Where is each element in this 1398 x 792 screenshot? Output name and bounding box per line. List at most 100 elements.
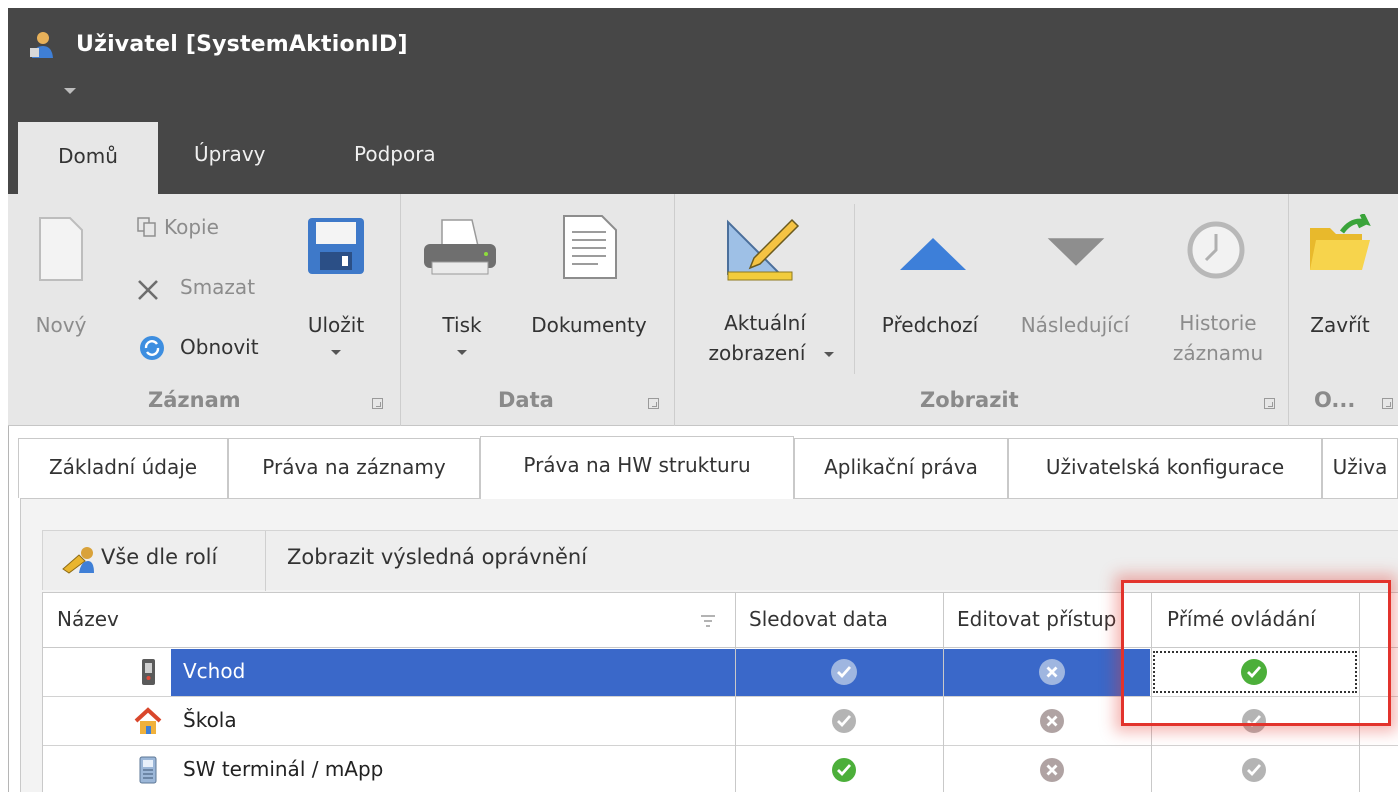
copy-icon	[137, 217, 156, 237]
dialog-launcher-icon[interactable]	[648, 398, 659, 409]
group-label-data: Data	[498, 388, 554, 412]
window-title: Uživatel [SystemAktionID]	[76, 32, 408, 57]
tab-application-rights[interactable]: Aplikační práva	[794, 438, 1008, 498]
new-button[interactable]: Nový	[28, 210, 98, 360]
column-divider	[735, 592, 736, 792]
current-view-button[interactable]: Aktuální zobrazení	[690, 210, 840, 380]
record-history-button[interactable]: Historie záznamu	[1156, 210, 1280, 380]
arrow-down-icon	[1047, 238, 1105, 266]
history-label-1: Historie	[1179, 311, 1257, 335]
current-view-label-2: zobrazení	[708, 341, 806, 365]
delete-button[interactable]: Smazat	[134, 272, 274, 306]
document-icon	[563, 215, 617, 279]
current-view-dropdown-icon[interactable]	[824, 352, 834, 357]
new-label: Nový	[35, 313, 87, 337]
table-row[interactable]: SW terminál / mApp	[43, 747, 1398, 792]
grid-header: Název Sledovat data Editovat přístup Pří…	[43, 592, 1398, 648]
column-divider	[943, 592, 944, 792]
denied-x-icon[interactable]	[1039, 757, 1065, 783]
dialog-launcher-icon[interactable]	[1382, 398, 1393, 409]
documents-label: Dokumenty	[531, 313, 647, 337]
copy-button[interactable]: Kopie	[134, 212, 254, 246]
new-document-icon	[39, 217, 83, 281]
save-label: Uložit	[307, 313, 365, 337]
table-row[interactable]: Škola	[43, 698, 1398, 746]
previous-button[interactable]: Předchozí	[868, 210, 992, 350]
by-roles-label: Vše dle rolí	[101, 545, 218, 569]
house-icon	[134, 707, 162, 734]
inherited-check-icon[interactable]	[831, 659, 857, 685]
tab-user-more[interactable]: Uživa	[1322, 438, 1398, 498]
row-name: Škola	[183, 708, 237, 732]
delete-label: Smazat	[180, 275, 256, 299]
printer-icon	[424, 219, 496, 275]
history-label-2: záznamu	[1172, 341, 1264, 365]
floppy-disk-icon	[308, 218, 364, 274]
group-label-zobrazit: Zobrazit	[920, 388, 1019, 412]
group-separator	[674, 194, 675, 426]
toolbar-separator	[265, 531, 266, 591]
group-label-zaznam: Záznam	[148, 388, 241, 412]
refresh-button[interactable]: Obnovit	[134, 332, 284, 366]
column-header-direct-control[interactable]: Přímé ovládání	[1167, 607, 1316, 631]
inherited-check-icon[interactable]	[831, 708, 857, 734]
previous-label: Předchozí	[881, 313, 979, 337]
refresh-label: Obnovit	[180, 335, 259, 359]
table-row[interactable]: Vchod	[43, 649, 1398, 697]
grid-toolbar: Vše dle rolí Zobrazit výsledná oprávnění	[42, 530, 1398, 591]
by-roles-button[interactable]: Vše dle rolí	[57, 531, 257, 591]
tab-user-configuration[interactable]: Uživatelská konfigurace	[1008, 438, 1322, 498]
title-bar: Uživatel [SystemAktionID]	[8, 8, 1398, 122]
ribbon: Nový Kopie Smazat Obnovit Uložit Záznam	[8, 194, 1398, 426]
inherited-check-icon[interactable]	[1241, 708, 1267, 734]
denied-x-icon[interactable]	[1039, 659, 1065, 685]
denied-x-icon[interactable]	[1039, 708, 1065, 734]
pencil-ruler-icon	[727, 218, 800, 281]
group-separator	[400, 194, 401, 426]
save-dropdown-icon[interactable]	[331, 350, 341, 355]
close-button[interactable]: Zavřít	[1298, 210, 1388, 350]
key-user-icon	[62, 547, 94, 574]
filter-icon[interactable]	[701, 615, 715, 627]
tab-domu[interactable]: Domů	[18, 122, 158, 194]
dialog-launcher-icon[interactable]	[1264, 398, 1275, 409]
row-name: Vchod	[183, 659, 246, 683]
next-label: Následující	[1020, 313, 1130, 337]
print-button[interactable]: Tisk	[416, 210, 506, 380]
clock-history-icon	[1187, 221, 1245, 279]
refresh-icon	[140, 336, 164, 360]
row-selection	[171, 649, 735, 696]
column-divider	[1359, 592, 1360, 792]
tab-record-rights[interactable]: Práva na záznamy	[228, 438, 480, 498]
door-reader-icon	[142, 659, 155, 685]
column-header-name[interactable]: Název	[57, 607, 119, 631]
print-dropdown-icon[interactable]	[457, 350, 467, 355]
column-divider	[1151, 592, 1152, 792]
close-label: Zavřít	[1310, 313, 1370, 337]
granted-check-icon[interactable]	[1241, 659, 1267, 685]
page-tabs: Základní údaje Práva na záznamy Práva na…	[8, 436, 1398, 499]
delete-x-icon	[138, 280, 158, 300]
group-separator	[1288, 194, 1289, 426]
tab-podpora[interactable]: Podpora	[354, 142, 436, 166]
separator	[854, 204, 855, 374]
folder-exit-icon	[1310, 214, 1371, 270]
granted-check-icon[interactable]	[831, 757, 857, 783]
next-button[interactable]: Následující	[1008, 210, 1142, 350]
tab-upravy[interactable]: Úpravy	[194, 142, 265, 166]
documents-button[interactable]: Dokumenty	[514, 210, 664, 350]
column-header-edit-access[interactable]: Editovat přístup	[957, 607, 1116, 631]
copy-label: Kopie	[164, 215, 219, 239]
tab-basic-info[interactable]: Základní údaje	[18, 438, 228, 498]
permissions-grid: Název Sledovat data Editovat přístup Pří…	[42, 592, 1398, 792]
user-icon	[30, 32, 53, 58]
tab-hw-structure-rights[interactable]: Práva na HW strukturu	[480, 436, 794, 499]
arrow-up-icon	[900, 238, 966, 270]
column-header-view-data[interactable]: Sledovat data	[749, 607, 888, 631]
terminal-icon	[139, 756, 157, 784]
show-result-permissions-button[interactable]: Zobrazit výsledná oprávnění	[287, 545, 587, 569]
inherited-check-icon[interactable]	[1241, 757, 1267, 783]
save-button[interactable]: Uložit	[298, 210, 378, 380]
quick-access-dropdown-icon[interactable]	[64, 88, 76, 94]
dialog-launcher-icon[interactable]	[372, 398, 383, 409]
